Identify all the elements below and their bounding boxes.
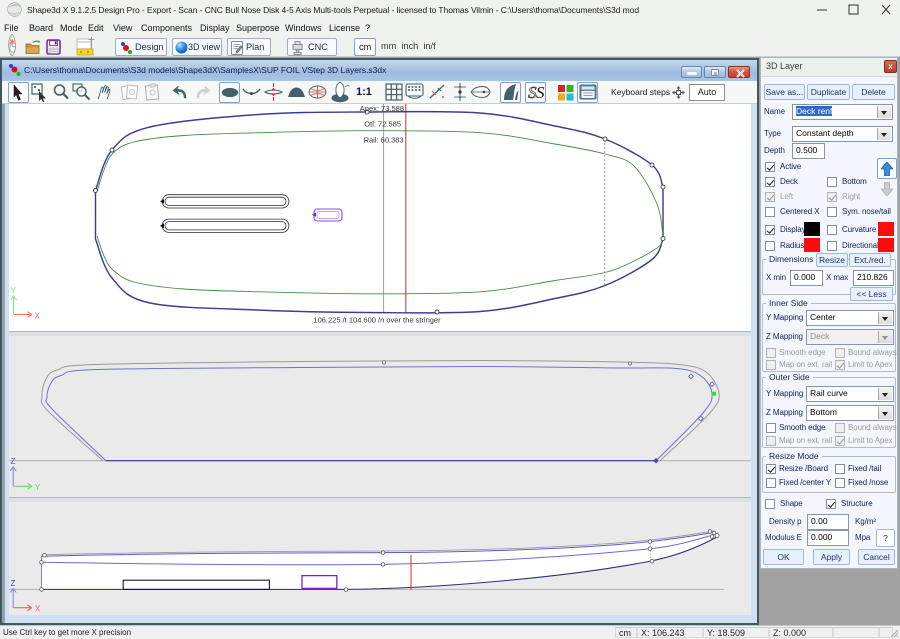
svg-text:Z: Z [11, 457, 16, 466]
svg-text:Otl: 72.585: Otl: 72.585 [364, 120, 401, 129]
svg-text:X: X [35, 312, 41, 321]
svg-text:Y: Y [35, 483, 41, 492]
svg-text:S: S [536, 83, 545, 102]
svg-text:Rail: 60.383: Rail: 60.383 [364, 136, 404, 145]
svg-text:106.225 /t 104.600 /n over the: 106.225 /t 104.600 /n over the stringer [313, 316, 441, 325]
svg-text:Apex: 73.588: Apex: 73.588 [360, 104, 404, 113]
svg-text:X: X [35, 604, 41, 613]
svg-text:Z: Z [11, 579, 16, 588]
svg-text:Y: Y [11, 286, 17, 295]
